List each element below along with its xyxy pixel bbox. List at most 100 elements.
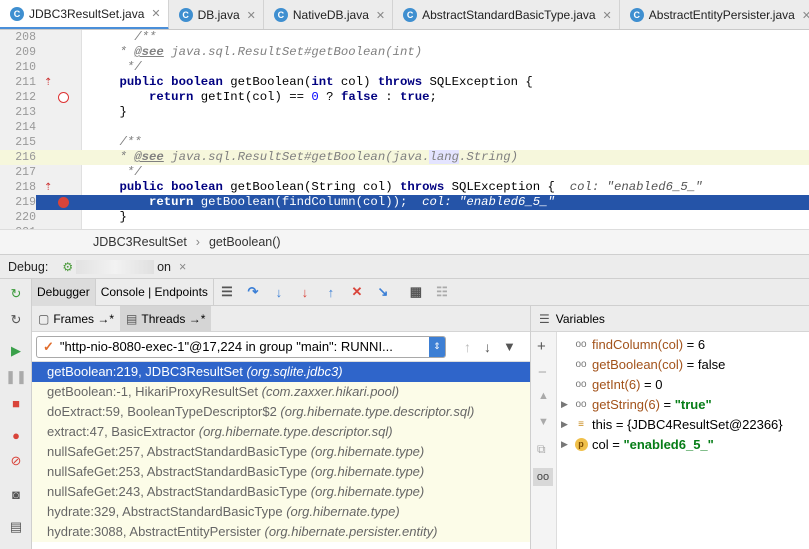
code-line-current[interactable]: 219 return getBoolean(findColumn(col)); … (0, 195, 809, 210)
frame-item[interactable]: getBoolean:219, JDBC3ResultSet (org.sqli… (32, 362, 530, 382)
frame-item[interactable]: doExtract:59, BooleanTypeDescriptor$2 (o… (32, 402, 530, 422)
force-step-into-icon[interactable]: ↓ (297, 284, 313, 300)
tab-frames[interactable]: ▢ Frames →* (32, 306, 120, 332)
code-line[interactable]: 215 /** (0, 135, 809, 150)
close-icon[interactable]: ✕ (247, 9, 256, 22)
tab-label: AbstractStandardBasicType.java (422, 8, 596, 22)
tab-debugger[interactable]: Debugger (32, 278, 96, 306)
menu-icon[interactable]: ☰ (219, 284, 235, 300)
rerun-icon[interactable]: ↻ (8, 286, 24, 302)
tab-db[interactable]: C DB.java ✕ (169, 0, 264, 29)
evaluate-icon[interactable]: ▦ (408, 284, 424, 300)
frame-item[interactable]: hydrate:329, AbstractStandardBasicType (… (32, 502, 530, 522)
dropdown-arrows-icon[interactable]: ⇕ (429, 336, 445, 357)
variable-row[interactable]: ▶ ≡ this = {JDBC4ResultSet@22366} (561, 414, 783, 434)
code-line-highlighted[interactable]: 216 * @see java.sql.ResultSet#getBoolean… (0, 150, 809, 165)
tab-nativedb[interactable]: C NativeDB.java ✕ (264, 0, 394, 29)
resume-icon[interactable]: ▶ (8, 343, 24, 359)
close-icon[interactable]: ✕ (151, 7, 160, 20)
frame-item[interactable]: nullSafeGet:243, AbstractStandardBasicTy… (32, 482, 530, 502)
equals: = (612, 416, 628, 432)
frame-item[interactable]: extract:47, BasicExtractor (org.hibernat… (32, 422, 530, 442)
code-line[interactable]: 210 */ (0, 60, 809, 75)
variable-row[interactable]: oo findColumn(col) = 6 (561, 334, 705, 354)
frame-name: nullSafeGet:257, AbstractStandardBasicTy… (47, 444, 311, 459)
frames-header: ▢ Frames →* ▤ Threads →* (32, 306, 530, 332)
code-line[interactable]: 212 return getInt(col) == 0 ? false : tr… (0, 90, 809, 105)
copy-icon[interactable]: ⧉ (537, 442, 546, 457)
variable-row[interactable]: oo getInt(6) = 0 (561, 374, 662, 394)
debug-session-tab[interactable]: ⚙ on × (62, 259, 186, 274)
code-text: public boolean getBoolean(int col) throw… (119, 75, 533, 89)
variable-row[interactable]: oo getBoolean(col) = false (561, 354, 725, 374)
move-up-icon[interactable]: ▲ (538, 390, 549, 402)
expand-arrow-icon[interactable]: ▶ (561, 439, 573, 450)
filter-icon[interactable]: ▼ (503, 339, 516, 354)
session-name-suffix: on (157, 259, 171, 274)
frame-item[interactable]: getBoolean:-1, HikariProxyResultSet (com… (32, 382, 530, 402)
pause-icon[interactable]: ❚❚ (5, 369, 27, 385)
frame-package: (org.hibernate.type.descriptor.sql) (198, 424, 393, 439)
move-down-icon[interactable]: ▼ (538, 416, 549, 428)
override-icon[interactable]: ⇡ (44, 182, 55, 193)
arrow-up-icon[interactable]: ↑ (464, 339, 471, 355)
code-line[interactable]: 217 */ (0, 165, 809, 180)
code-line[interactable]: 218 public boolean getBoolean(String col… (0, 180, 809, 195)
stop-icon[interactable]: ■ (8, 395, 24, 411)
drop-frame-icon[interactable]: ✕ (349, 284, 365, 300)
add-watch-icon[interactable]: + (537, 338, 546, 355)
override-icon[interactable]: ⇡ (44, 77, 55, 88)
step-out-icon[interactable]: ↑ (323, 284, 339, 300)
code-editor[interactable]: 208 /** 209 * @see java.sql.ResultSet#ge… (0, 30, 809, 229)
show-watches-icon[interactable]: oo (533, 468, 553, 486)
breadcrumb-class[interactable]: JDBC3ResultSet (93, 235, 187, 249)
variables-icon: ☰ (539, 311, 550, 326)
run-to-cursor-icon[interactable]: ↘ (375, 284, 391, 300)
expand-arrow-icon[interactable]: ▶ (561, 419, 573, 430)
trace-icon[interactable]: ☷ (434, 284, 450, 300)
close-icon[interactable]: ✕ (603, 9, 612, 22)
code-line[interactable]: 209 * @see java.sql.ResultSet#getBoolean… (0, 45, 809, 60)
tab-console-endpoints[interactable]: Console | Endpoints (96, 278, 214, 306)
variable-row[interactable]: ▶ p col = "enabled6_5_" (561, 434, 714, 454)
breakpoint-icon[interactable] (58, 197, 69, 208)
step-over-icon[interactable]: ↷ (245, 284, 261, 300)
frame-item[interactable]: nullSafeGet:253, AbstractStandardBasicTy… (32, 462, 530, 482)
mute-breakpoints-icon[interactable]: ⊘ (8, 453, 24, 469)
variable-name: getString(6) (592, 396, 660, 412)
layout-icon[interactable]: ▤ (8, 519, 24, 535)
tab-abstractentitypersister[interactable]: C AbstractEntityPersister.java ✕ (620, 0, 809, 29)
view-breakpoints-icon[interactable]: ● (8, 427, 24, 443)
frame-name: getBoolean:-1, HikariProxyResultSet (47, 384, 262, 399)
tab-jdbc3resultset[interactable]: C JDBC3ResultSet.java ✕ (0, 0, 169, 29)
code-line[interactable]: 213 } (0, 105, 809, 120)
step-into-icon[interactable]: ↓ (271, 284, 287, 300)
threads-label: Threads →* (141, 311, 206, 326)
code-text: /** (119, 135, 142, 149)
close-icon[interactable]: ✕ (376, 9, 385, 22)
code-line[interactable]: 211 public boolean getBoolean(int col) t… (0, 75, 809, 90)
breadcrumb-method[interactable]: getBoolean() (209, 235, 281, 249)
refresh-icon[interactable]: ↻ (8, 312, 24, 328)
code-line[interactable]: 208 /** (0, 30, 809, 45)
remove-watch-icon[interactable]: − (538, 364, 547, 381)
frame-item[interactable]: hydrate:3088, AbstractEntityPersister (o… (32, 522, 530, 542)
code-line[interactable]: 214 (0, 120, 809, 135)
tab-threads[interactable]: ▤ Threads →* (120, 306, 212, 332)
field-icon: ≡ (578, 418, 584, 430)
thread-dropdown[interactable]: ✓ "http-nio-8080-exec-1"@17,224 in group… (36, 335, 446, 358)
arrow-down-icon[interactable]: ↓ (484, 339, 491, 355)
frame-item[interactable]: nullSafeGet:257, AbstractStandardBasicTy… (32, 442, 530, 462)
code-line[interactable]: 220 } (0, 210, 809, 225)
class-icon: C (273, 8, 288, 22)
tab-abstractstandardbasictype[interactable]: C AbstractStandardBasicType.java ✕ (393, 0, 620, 29)
breakpoint-icon[interactable] (58, 92, 69, 103)
variable-row[interactable]: ▶ oo getString(6) = "true" (561, 394, 712, 414)
code-text: /** (134, 30, 157, 44)
close-icon[interactable]: ✕ (802, 9, 809, 22)
expand-arrow-icon[interactable]: ▶ (561, 399, 573, 410)
line-number: 210 (15, 61, 36, 74)
camera-icon[interactable]: ◙ (8, 486, 24, 502)
redacted-session-name (76, 259, 155, 274)
close-icon[interactable]: × (179, 260, 186, 274)
